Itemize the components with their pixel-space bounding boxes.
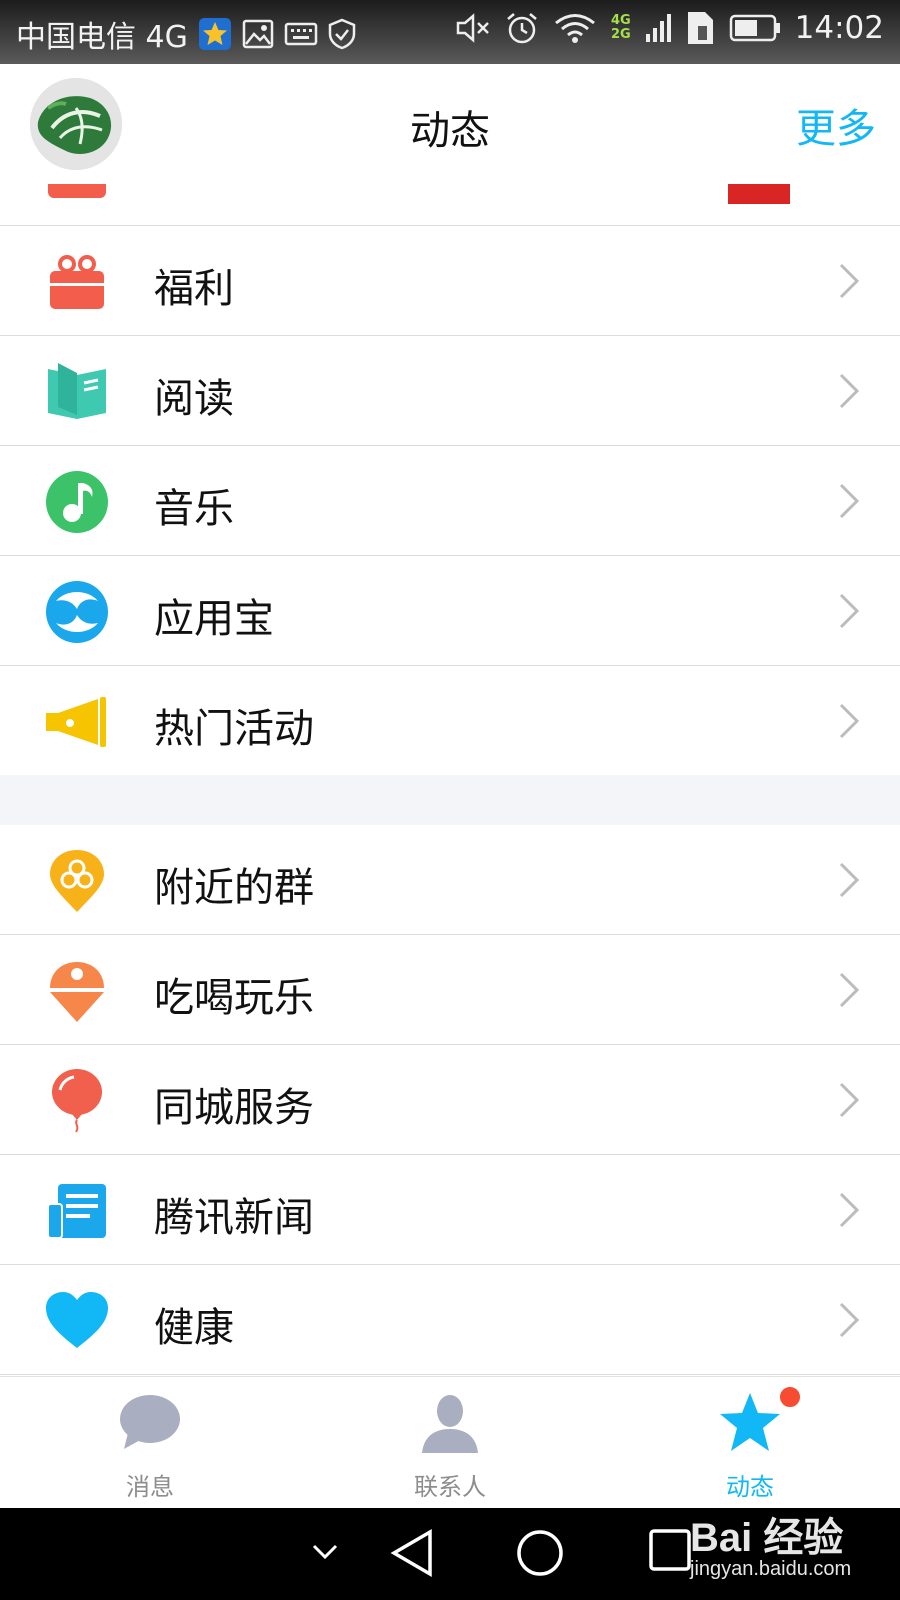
list-item-tencent-news[interactable]: 腾讯新闻: [0, 1155, 900, 1265]
list-item-label: 音乐: [154, 486, 234, 532]
chevron-down-icon[interactable]: [310, 1542, 340, 1562]
chevron-right-icon: [839, 1192, 860, 1228]
header-bar: 动态 更多: [0, 64, 900, 184]
list-item-nearby-groups[interactable]: 附近的群: [0, 825, 900, 935]
alarm-icon: [507, 13, 537, 44]
tab-contacts[interactable]: 联系人: [370, 1387, 530, 1501]
signal-icon: [645, 14, 671, 42]
chevron-right-icon: [839, 593, 860, 629]
battery-icon: [729, 14, 780, 42]
contacts-icon: [422, 1395, 478, 1453]
chevron-right-icon: [839, 703, 860, 739]
home-circle-icon[interactable]: [515, 1528, 565, 1578]
recent-apps-square-icon[interactable]: [648, 1528, 692, 1572]
list-item-label: 腾讯新闻: [154, 1195, 314, 1241]
list-item-label: 应用宝: [154, 596, 274, 642]
section-divider: [0, 775, 900, 825]
chevron-right-icon: [839, 483, 860, 519]
feature-list: 福利 阅读 音乐 应用宝 热门活动 附近的群 吃喝玩乐 同城服务 腾讯新闻 健康: [0, 184, 900, 1376]
list-item-label: 吃喝玩乐: [154, 975, 314, 1021]
list-item-label: 福利: [154, 266, 234, 312]
net-2g-label: 2G: [610, 27, 631, 42]
list-item-label: 健康: [154, 1305, 234, 1351]
chevron-right-icon: [839, 373, 860, 409]
wifi-icon: [555, 14, 595, 43]
more-button[interactable]: 更多: [796, 96, 876, 154]
mute-icon: [456, 13, 489, 43]
list-item-label: 同城服务: [154, 1085, 314, 1131]
list-item-reading[interactable]: 阅读: [0, 336, 900, 446]
list-item-music[interactable]: 音乐: [0, 446, 900, 556]
page-title: 动态: [410, 108, 490, 154]
list-item-app-store[interactable]: 应用宝: [0, 556, 900, 666]
star-icon: [720, 1393, 780, 1451]
partial-item-icon: [48, 184, 106, 198]
list-item-welfare[interactable]: 福利: [0, 226, 900, 336]
keyboard-icon: [284, 22, 318, 46]
shield-icon: [328, 18, 356, 50]
star-badge-icon: [198, 18, 231, 50]
tab-moments[interactable]: 动态: [670, 1385, 830, 1501]
net-4g-label: 4G: [610, 13, 631, 28]
list-item-health[interactable]: 健康: [0, 1265, 900, 1375]
carrier-text: 中国电信 4G: [16, 20, 188, 55]
status-bar: 中国电信 4G 4G 2G 14:02: [0, 0, 900, 64]
network-type: 4G 2G: [611, 14, 631, 42]
chevron-right-icon: [839, 862, 860, 898]
tab-messages[interactable]: 消息: [70, 1387, 230, 1501]
gift-icon: [50, 255, 104, 309]
list-item-label: 附近的群: [154, 865, 314, 911]
ice-cream-icon: [50, 962, 104, 1022]
sim-card-icon: [687, 12, 713, 44]
chevron-right-icon: [839, 1302, 860, 1338]
heart-icon: [46, 1292, 108, 1348]
list-item-hot-events[interactable]: 热门活动: [0, 666, 900, 776]
image-icon: [242, 19, 274, 49]
music-note-icon: [46, 471, 108, 533]
partial-list-item[interactable]: [0, 184, 900, 226]
list-item-label: 阅读: [154, 376, 234, 422]
tab-label: 动态: [726, 1473, 774, 1501]
back-triangle-icon[interactable]: [388, 1528, 436, 1578]
book-icon: [48, 363, 106, 419]
chevron-right-icon: [839, 972, 860, 1008]
chevron-right-icon: [839, 263, 860, 299]
location-group-icon: [50, 850, 104, 912]
list-item-label: 热门活动: [154, 706, 314, 752]
tab-label: 消息: [126, 1473, 174, 1501]
baidu-watermark: Bai 经验: [690, 1516, 844, 1560]
tab-label: 联系人: [414, 1473, 486, 1501]
clock-time: 14:02: [794, 10, 884, 46]
notification-dot: [778, 1385, 802, 1409]
megaphone-icon: [46, 697, 106, 747]
bottom-tab-bar: 消息 联系人 动态: [0, 1376, 900, 1508]
newspaper-icon: [47, 1184, 106, 1239]
chevron-right-icon: [839, 1082, 860, 1118]
chat-bubble-icon: [120, 1395, 180, 1449]
balloon-icon: [52, 1069, 102, 1133]
list-item-city-services[interactable]: 同城服务: [0, 1045, 900, 1155]
baidu-watermark-url: jingyan.baidu.com: [690, 1558, 852, 1580]
list-item-food-fun[interactable]: 吃喝玩乐: [0, 935, 900, 1045]
app-store-icon: [46, 581, 108, 643]
partial-item-badge: [728, 184, 790, 204]
